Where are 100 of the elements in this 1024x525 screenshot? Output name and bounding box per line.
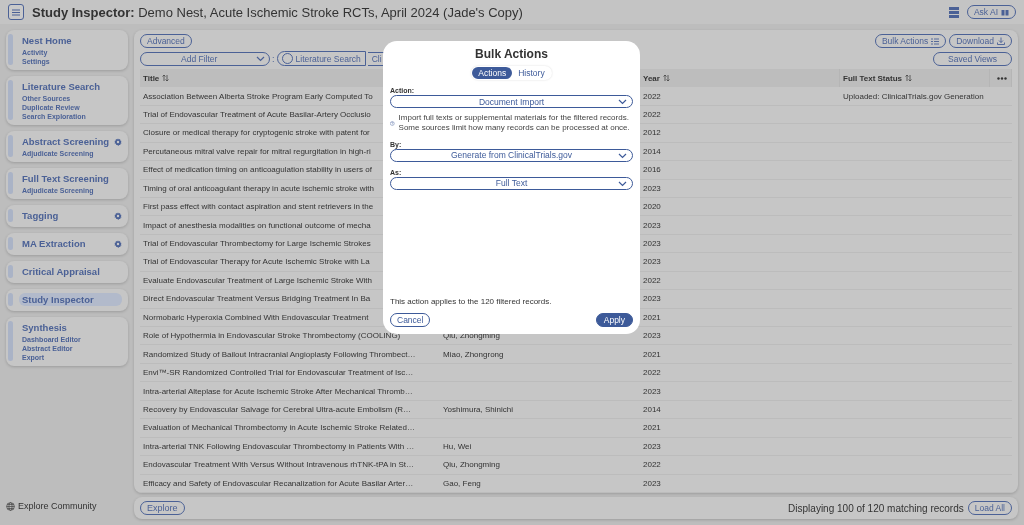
sidebar-item[interactable]: Literature Search xyxy=(19,80,104,93)
table-cell: 2022 xyxy=(643,368,661,378)
table-cell: 2023 xyxy=(643,478,661,488)
gear-icon[interactable] xyxy=(114,137,122,146)
gear-icon[interactable] xyxy=(114,239,122,248)
table-cell: Normobaric Hyperoxia Combined With Endovascular Treatment xyxy=(143,312,369,322)
table-cell: 2021 xyxy=(643,423,661,433)
table-cell: Evaluation of Mechanical Thrombectomy in Acute Ischemic Stroke Related… xyxy=(143,423,415,433)
dialog-tab[interactable]: Actions xyxy=(472,67,513,79)
explore-community-link[interactable]: Explore Community xyxy=(6,501,97,511)
table-cell: 2023 xyxy=(643,441,661,451)
dialog-tab[interactable]: History xyxy=(512,67,551,79)
sidebar-item[interactable]: Tagging xyxy=(19,209,62,222)
accent-bar xyxy=(8,237,13,250)
sidebar-item[interactable]: MA Extraction xyxy=(19,237,89,250)
table-cell: Intra-arterial Alteplase for Acute Ischemic Stroke After Mechanical Thromb… xyxy=(143,386,413,396)
separator-colon: : xyxy=(272,53,275,64)
accent-bar xyxy=(8,80,13,120)
table-cell: 2020 xyxy=(643,202,661,212)
sidebar-item[interactable]: Abstract Screening xyxy=(18,135,112,148)
table-cell: Qiu, Zhongming xyxy=(443,460,500,470)
accent-bar xyxy=(8,293,13,306)
accent-bar xyxy=(8,34,13,65)
table-cell: 2014 xyxy=(643,146,661,156)
accent-bar xyxy=(8,265,13,278)
cancel-button[interactable]: Cancel xyxy=(390,313,431,327)
list-icon xyxy=(931,37,940,45)
sort-icon[interactable] xyxy=(662,74,670,83)
accent-bar xyxy=(8,135,13,157)
dialog-note: This action applies to the 120 filtered records. xyxy=(390,297,553,306)
table-cell: Efficacy and Safety of Endovascular Recanalization for Acute Basilar Arter… xyxy=(143,478,414,488)
sort-icon[interactable] xyxy=(162,74,170,83)
help-text: Import full texts or supplemental materials for the filtered records. Some sources limit how many records can be processed at once. xyxy=(398,113,631,134)
table-cell: 2016 xyxy=(643,165,661,175)
chevron-down-icon xyxy=(618,99,627,105)
table-cell: Impact of anesthesia modalities on functional outcome of mecha xyxy=(143,220,371,230)
gear-icon[interactable] xyxy=(114,211,122,220)
table-cell: Trial of Endovascular Thrombectomy for Large Ischemic Strokes xyxy=(143,239,371,249)
table-cell: First pass effect with contact aspiration and stent retrievers in the xyxy=(143,202,374,212)
table-cell: 2023 xyxy=(643,257,661,267)
page-title: Study Inspector: Demo Nest, Acute Ischemic Stroke RCTs, April 2024 (Jade's Copy) xyxy=(32,4,524,20)
table-cell: 2023 xyxy=(643,386,661,396)
table-cell: 2023 xyxy=(643,183,661,193)
table-cell: Intra-arterial TNK Following Endovascular Thrombectomy in Patients With … xyxy=(143,441,415,451)
table-cell: Recovery by Endovascular Salvage for Cerebral Ultra-acute Embolism (R… xyxy=(143,404,412,414)
table-cell: 2023 xyxy=(643,331,661,341)
table-cell: 2022 xyxy=(643,275,661,285)
table-cell: 2023 xyxy=(643,294,661,304)
table-cell: Envi™-SR Randomized Controlled Trial for Endovascular Treatment of Isc… xyxy=(143,368,414,378)
accent-bar xyxy=(8,209,13,222)
sort-icon[interactable] xyxy=(904,74,912,83)
table-cell: 2022 xyxy=(643,91,661,101)
table-cell: Association Between Alberta Stroke Program Early Computed To xyxy=(143,91,373,101)
table-cell: 2021 xyxy=(643,312,661,322)
table-cell: 2014 xyxy=(643,404,661,414)
book-icon xyxy=(1001,8,1009,16)
table-cell: Trial of Endovascular Treatment of Acute Basilar-Artery Occlusio xyxy=(143,109,371,119)
select-dropdown[interactable]: Full Text xyxy=(390,176,633,190)
table-cell: Uploaded: ClinicalTrials.gov Generation xyxy=(843,91,984,101)
table-cell: Effect of medication timing on anticoagulation stability in users of xyxy=(143,165,372,175)
database-icon[interactable] xyxy=(948,6,959,18)
table-cell: Evaluate Endovascular Treatment of Large Ischemic Stroke With xyxy=(143,275,372,285)
apply-button[interactable]: Apply xyxy=(595,313,633,327)
select-dropdown[interactable]: Generate from ClinicalTrials.gov xyxy=(390,148,633,162)
accent-bar xyxy=(8,172,13,194)
table-cell: Timing of oral anticoagulant therapy in acute ischemic stroke with xyxy=(143,183,374,193)
sidebar-item[interactable]: Study Inspector xyxy=(19,293,122,306)
table-cell: Direct Endovascular Treatment Versus Bridging Treatment In Ba xyxy=(143,294,371,304)
menu-icon xyxy=(12,8,20,16)
table-cell: 2023 xyxy=(643,239,661,249)
table-cell: Role of Hypothermia in Endovascular Stroke Thrombectomy (COOLING) xyxy=(143,331,401,341)
table-cell: Gao, Feng xyxy=(443,478,481,488)
table-cell: Hu, Wei xyxy=(443,441,472,451)
sidebar-item[interactable]: Full Text Screening xyxy=(19,172,112,185)
table-cell: 2021 xyxy=(643,349,661,359)
sidebar-item[interactable]: Critical Appraisal xyxy=(19,265,103,278)
table-cell: 2022 xyxy=(643,460,661,470)
chevron-down-icon xyxy=(618,180,627,187)
download-icon xyxy=(997,37,1005,45)
accent-bar xyxy=(8,321,13,361)
table-cell: 2022 xyxy=(643,109,661,119)
sidebar-item[interactable]: Synthesis xyxy=(19,321,70,334)
dialog-title: Bulk Actions xyxy=(475,47,548,61)
table-cell: Trial of Endovascular Therapy for Acute Ischemic Stroke with La xyxy=(143,257,370,267)
table-cell: Yoshimura, Shinichi xyxy=(443,404,513,414)
sidebar-item[interactable]: Nest Home xyxy=(19,34,75,47)
table-cell: Closure or medical therapy for cryptogenic stroke with patent for xyxy=(143,128,370,138)
menu-button[interactable] xyxy=(8,4,24,20)
chevron-down-icon xyxy=(618,152,627,159)
table-cell: 2012 xyxy=(643,128,661,138)
globe-icon xyxy=(6,501,15,511)
table-cell: Percutaneous mitral valve repair for mitral regurgitation in high-ri xyxy=(143,146,371,156)
record-count: Displaying 100 of 120 matching records xyxy=(788,502,964,514)
column-header[interactable]: Full Text Status xyxy=(840,69,990,88)
chevron-down-icon xyxy=(256,55,265,62)
table-cell: 2023 xyxy=(643,220,661,230)
table-cell: Endovascular Treatment With Versus Without Intravenous rhTNK-tPA in St… xyxy=(143,460,415,470)
table-cell: Miao, Zhongrong xyxy=(443,349,504,359)
table-cell: Randomized Study of Bailout Intracranial Angioplasty Following Thrombect… xyxy=(143,349,416,359)
select-dropdown[interactable]: Document Import xyxy=(390,95,633,108)
